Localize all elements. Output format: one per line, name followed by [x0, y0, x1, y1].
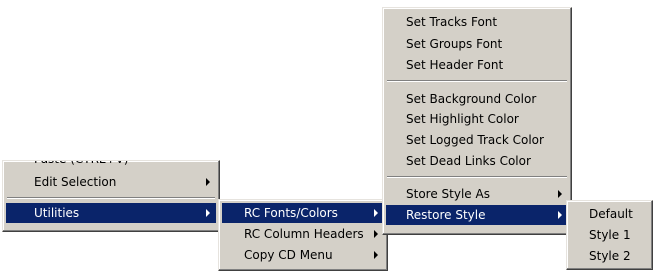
menu-item-set-logged-track-color[interactable]: Set Logged Track Color	[386, 130, 568, 150]
menu-item-set-highlight-color[interactable]: Set Highlight Color	[386, 109, 568, 129]
menu-item-style-default-label: Default	[589, 207, 633, 221]
menu-separator	[387, 176, 567, 178]
submenu-arrow-icon	[374, 251, 378, 259]
menu-item-style-1[interactable]: Style 1	[570, 225, 649, 245]
menu-item-set-background-color[interactable]: Set Background Color	[386, 89, 568, 109]
fonts-colors-submenu: Set Tracks Font Set Groups Font Set Head…	[382, 7, 572, 235]
menu-item-set-highlight-color-label: Set Highlight Color	[406, 112, 519, 126]
menu-item-edit-selection[interactable]: Edit Selection	[6, 172, 216, 192]
menu-item-store-style-as-label: Store Style As	[406, 187, 490, 201]
menu-item-paste[interactable]: Paste (CTRL+V)	[6, 161, 216, 169]
menu-separator	[387, 80, 567, 82]
menu-item-set-logged-track-color-label: Set Logged Track Color	[406, 133, 544, 147]
submenu-arrow-icon	[206, 178, 210, 186]
menu-item-store-style-as[interactable]: Store Style As	[386, 184, 568, 204]
menu-item-set-groups-font[interactable]: Set Groups Font	[386, 34, 568, 54]
menu-item-utilities-label: Utilities	[34, 206, 80, 220]
menu-item-style-2-label: Style 2	[589, 249, 631, 263]
menu-item-style-1-label: Style 1	[589, 228, 631, 242]
menu-item-restore-style[interactable]: Restore Style	[386, 205, 568, 225]
menu-item-set-dead-links-color-label: Set Dead Links Color	[406, 154, 531, 168]
menu-item-restore-style-label: Restore Style	[406, 208, 486, 222]
submenu-arrow-icon	[374, 230, 378, 238]
menu-item-rc-column-headers[interactable]: RC Column Headers	[222, 224, 384, 244]
menu-item-set-groups-font-label: Set Groups Font	[406, 37, 503, 51]
menu-item-style-2[interactable]: Style 2	[570, 246, 649, 266]
restore-style-submenu: Default Style 1 Style 2	[566, 200, 653, 270]
menu-item-utilities[interactable]: Utilities	[6, 203, 216, 223]
menu-item-set-tracks-font-label: Set Tracks Font	[406, 15, 498, 29]
menu-item-rc-fonts-colors[interactable]: RC Fonts/Colors	[222, 203, 384, 223]
menu-item-set-header-font[interactable]: Set Header Font	[386, 55, 568, 75]
submenu-arrow-icon	[374, 209, 378, 217]
menu-item-set-background-color-label: Set Background Color	[406, 92, 537, 106]
menu-item-copy-cd-menu[interactable]: Copy CD Menu	[222, 245, 384, 265]
menu-item-set-tracks-font[interactable]: Set Tracks Font	[386, 12, 568, 32]
menu-separator	[7, 197, 215, 199]
submenu-arrow-icon	[558, 190, 562, 198]
menu-item-paste-label: Paste (CTRL+V)	[34, 161, 129, 169]
submenu-arrow-icon	[206, 209, 210, 217]
menu-item-rc-fonts-colors-label: RC Fonts/Colors	[244, 206, 338, 220]
menu-item-style-default[interactable]: Default	[570, 204, 649, 224]
menu-item-rc-column-headers-label: RC Column Headers	[244, 227, 364, 241]
menu-item-set-dead-links-color[interactable]: Set Dead Links Color	[386, 151, 568, 171]
menu-item-copy-cd-menu-label: Copy CD Menu	[244, 248, 333, 262]
submenu-arrow-icon	[558, 211, 562, 219]
menu-item-set-header-font-label: Set Header Font	[406, 58, 504, 72]
main-context-menu: Paste (CTRL+V) Edit Selection Utilities	[2, 160, 220, 232]
menu-item-edit-selection-label: Edit Selection	[34, 175, 117, 189]
utilities-submenu: RC Fonts/Colors RC Column Headers Copy C…	[218, 199, 388, 271]
